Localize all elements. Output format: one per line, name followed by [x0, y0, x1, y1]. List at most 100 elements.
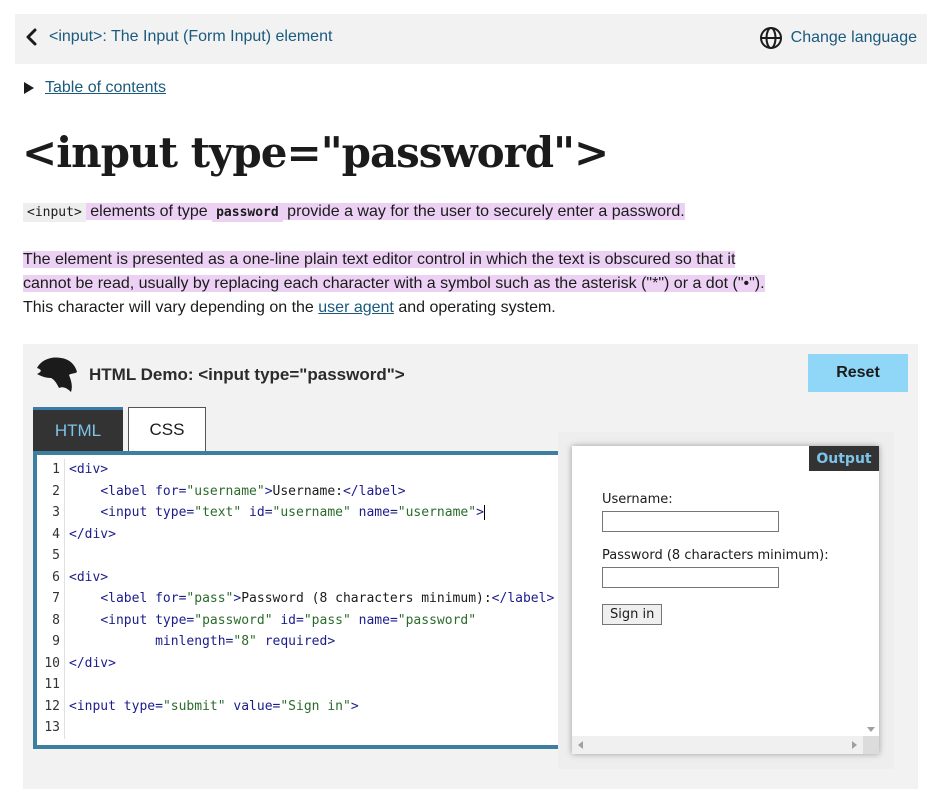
username-label: Username:: [602, 492, 673, 507]
reset-button[interactable]: Reset: [808, 354, 908, 392]
table-of-contents-toggle[interactable]: Table of contents: [24, 79, 166, 97]
scrollbar-corner: [863, 736, 879, 754]
code-line[interactable]: 2 <label for="username">Username:</label…: [37, 480, 557, 503]
chevron-left-icon: [26, 28, 37, 46]
change-language-label[interactable]: Change language: [791, 29, 917, 47]
code-token: name=: [358, 612, 398, 628]
code-token: </label>: [491, 591, 555, 606]
sign-in-button[interactable]: Sign in: [602, 604, 663, 625]
tab-html[interactable]: HTML: [33, 407, 123, 451]
code-token: >: [476, 505, 484, 520]
code-line[interactable]: 10 </div>: [37, 652, 557, 675]
code-text[interactable]: <div>: [65, 567, 108, 589]
password-input[interactable]: [602, 567, 779, 588]
code-line[interactable]: 12 <input type="submit" value="Sign in">: [37, 695, 557, 718]
scroll-down-icon[interactable]: [867, 727, 875, 732]
code-token: required: [264, 634, 328, 649]
code-text[interactable]: [65, 674, 69, 696]
code-line[interactable]: 11: [37, 674, 557, 696]
code-token: "text": [194, 505, 242, 520]
code-token: <div>: [69, 569, 109, 585]
horizontal-scrollbar[interactable]: [572, 736, 863, 754]
scroll-right-icon[interactable]: [852, 741, 857, 749]
code-line[interactable]: 4 </div>: [37, 523, 557, 546]
code-token: <input: [100, 612, 156, 628]
intro-text-a: elements of type: [85, 203, 213, 220]
code-line[interactable]: 7 <label for="pass">Password (8 characte…: [37, 588, 557, 610]
demo-title: HTML Demo: <input type="password">: [89, 365, 405, 384]
code-token: name=: [358, 505, 398, 520]
code-token: "username": [186, 483, 265, 499]
scroll-left-icon[interactable]: [578, 741, 583, 749]
user-agent-link[interactable]: user agent: [318, 299, 394, 316]
line-number: 8: [37, 609, 65, 631]
page-title: <input type="password">: [22, 128, 609, 177]
code-text[interactable]: [65, 545, 69, 567]
code-token: for=: [155, 483, 187, 499]
disclosure-triangle-icon: [24, 82, 34, 94]
code-line[interactable]: 3 <input type="text" id="username" name=…: [37, 502, 557, 524]
line-number: 11: [37, 674, 65, 696]
code-text[interactable]: <label for="username">Username:</label>: [65, 481, 405, 503]
description-text-before-link: This character will vary depending on th…: [23, 299, 319, 316]
password-code: password: [212, 203, 283, 222]
code-editor[interactable]: 1 <div> 2 <label for="username">Username:<…: [33, 451, 558, 749]
code-token: "8": [233, 634, 257, 649]
code-line[interactable]: 1 <div>: [37, 459, 557, 481]
code-text[interactable]: </div>: [65, 653, 116, 675]
code-text[interactable]: [65, 717, 69, 739]
code-token: id=: [280, 612, 304, 628]
code-token: "Sign in": [280, 698, 351, 714]
line-number: 9: [37, 631, 65, 653]
code-token: for=: [155, 591, 187, 606]
line-number: 1: [37, 459, 65, 481]
change-language-button[interactable]: Change language: [759, 26, 917, 50]
code-token: "submit": [162, 698, 226, 714]
code-text[interactable]: <input type="text" id="username" name="u…: [65, 502, 485, 524]
code-text[interactable]: </div>: [65, 524, 116, 546]
code-token: Username:: [272, 483, 343, 499]
code-text[interactable]: <div>: [65, 459, 108, 481]
back-link-label[interactable]: <input>: The Input (Form Input) element: [49, 28, 332, 46]
code-text[interactable]: <input type="password" id="pass" name="p…: [65, 610, 476, 632]
tab-css[interactable]: CSS: [128, 407, 206, 451]
code-line[interactable]: 6 <div>: [37, 566, 557, 589]
globe-icon: [759, 27, 782, 49]
code-token: </div>: [69, 655, 116, 671]
line-number: 12: [37, 695, 65, 717]
code-text[interactable]: <input type="submit" value="Sign in">: [65, 696, 359, 718]
code-token: "username": [397, 505, 477, 520]
code-token: type=: [155, 612, 195, 628]
line-number: 10: [37, 652, 65, 674]
code-line[interactable]: 13: [37, 717, 557, 739]
username-input[interactable]: [602, 511, 779, 532]
line-number: 13: [37, 717, 65, 739]
code-token: type=: [155, 505, 195, 520]
code-text[interactable]: <label for="pass">Password (8 characters…: [65, 588, 554, 610]
vertical-scrollbar[interactable]: [863, 471, 879, 736]
output-label: Output: [809, 446, 879, 471]
code-token: </div>: [69, 526, 116, 542]
code-token: "password": [397, 612, 477, 628]
code-token: value=: [233, 698, 281, 714]
line-number: 7: [37, 588, 65, 610]
description-highlighted: The element is presented as a one-line p…: [23, 251, 765, 292]
code-token: id=: [249, 505, 273, 520]
code-line[interactable]: 8 <input type= "password" id="pass" name=…: [37, 609, 557, 632]
table-of-contents-link[interactable]: Table of contents: [45, 79, 166, 97]
back-link[interactable]: <input>: The Input (Form Input) element: [25, 28, 332, 46]
breadcrumb-bar: <input>: The Input (Form Input) element …: [15, 14, 927, 64]
code-text[interactable]: minlength="8" required>: [65, 631, 335, 653]
line-number: 6: [37, 566, 65, 588]
code-token: <input: [69, 698, 124, 714]
mdn-dino-logo-icon: [37, 357, 77, 392]
code-line[interactable]: 9 minlength="8" required>: [37, 631, 557, 653]
code-token: "pass": [303, 612, 351, 628]
code-line[interactable]: 5: [37, 545, 557, 567]
output-panel: Output Username: Password (8 characters …: [558, 432, 894, 769]
